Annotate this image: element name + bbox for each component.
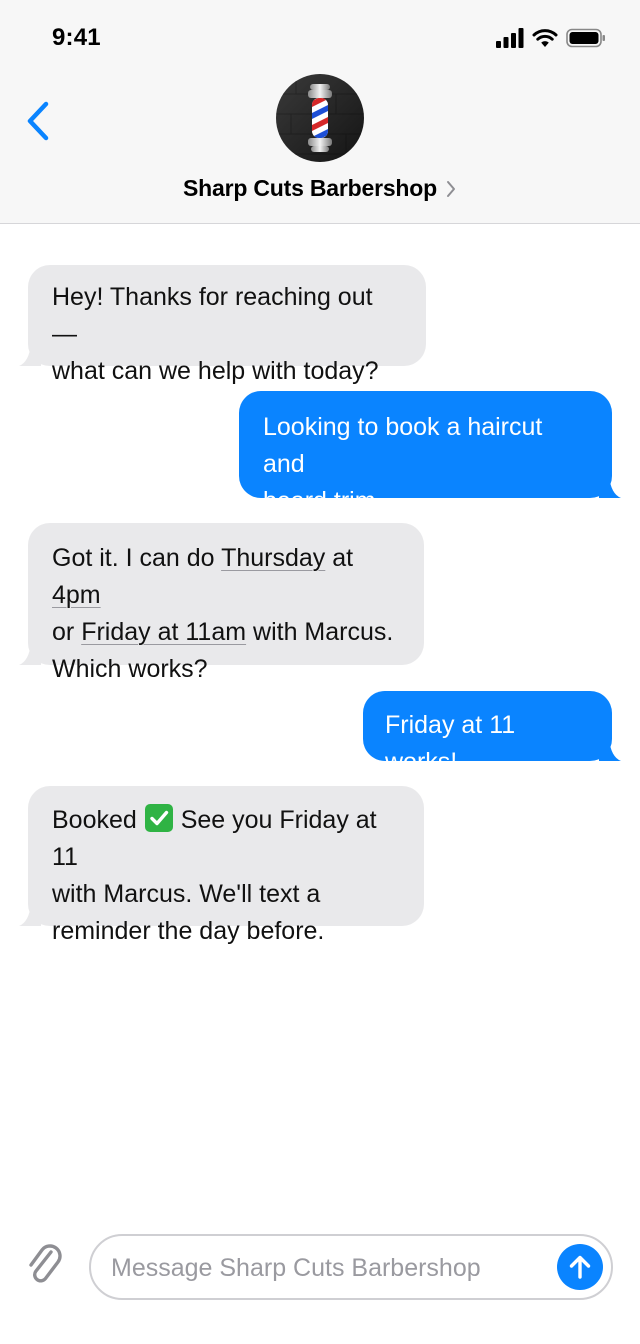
message-input-container (89, 1234, 613, 1300)
message-line: Friday at 11 works! (385, 711, 516, 776)
check-mark-emoji (144, 804, 173, 832)
bubble-tail (19, 904, 41, 926)
message-text: at (325, 544, 354, 572)
message-line: Booked See you Friday at 11 (52, 802, 400, 876)
back-button[interactable] (22, 98, 62, 144)
bubble-tail (19, 344, 41, 366)
status-icons (496, 28, 606, 48)
message-line: Looking to book a haircut and (263, 413, 543, 478)
bubble-tail (19, 643, 41, 665)
message-text: or (52, 618, 82, 646)
chevron-left-icon (27, 101, 49, 141)
date-link-thursday[interactable]: Thursday (221, 544, 325, 572)
bubble-tail (599, 739, 621, 761)
message-bubble-incoming[interactable]: Hey! Thanks for reaching out — what can … (19, 265, 426, 385)
date-link-friday-11am[interactable]: Friday at 11am (81, 618, 246, 646)
arrow-up-icon (569, 1255, 591, 1279)
message-input[interactable] (111, 1248, 541, 1288)
barber-pole-avatar (276, 74, 364, 162)
contact-name: Sharp Cuts Barbershop (183, 175, 437, 201)
message-text: Got it. I can do (52, 544, 222, 572)
contact-avatar[interactable] (276, 74, 364, 162)
message-text: Booked (52, 806, 137, 834)
message-line: what can we help with today? (52, 357, 379, 385)
message-line: Hey! Thanks for reaching out — (52, 283, 373, 348)
chevron-right-icon (446, 180, 455, 197)
message-bubble-outgoing[interactable]: Looking to book a haircut and beard trim (239, 391, 621, 515)
message-line: beard trim (263, 487, 376, 515)
message-bubble-outgoing[interactable]: Friday at 11 works! (363, 691, 621, 776)
message-text: with Marcus. (246, 618, 394, 646)
message-bubble-incoming[interactable]: Booked See you Friday at 11 with Marcus.… (19, 786, 424, 945)
contact-name-row[interactable]: Sharp Cuts Barbershop (0, 175, 640, 202)
message-line: or Friday at 11am with Marcus. (52, 614, 400, 651)
time-link-4pm[interactable]: 4pm (52, 581, 101, 609)
bubble-tail (599, 476, 621, 498)
paperclip-icon (29, 1244, 62, 1283)
message-line: Which works? (52, 655, 208, 683)
battery-icon (566, 28, 605, 48)
signal-icon (496, 28, 524, 48)
conversation-header: 9:41 Sharp Cuts Barbershop (0, 0, 640, 224)
status-time: 9:41 (52, 24, 101, 51)
message-line: with Marcus. We'll text a (52, 880, 321, 908)
wifi-icon (532, 29, 558, 47)
attach-button[interactable] (26, 1240, 66, 1290)
message-line: reminder the day before. (52, 917, 325, 945)
message-bubble-incoming[interactable]: Got it. I can do Thursday at 4pm or Frid… (19, 523, 424, 683)
message-line: Got it. I can do Thursday at 4pm (52, 540, 400, 614)
send-button[interactable] (557, 1244, 603, 1290)
